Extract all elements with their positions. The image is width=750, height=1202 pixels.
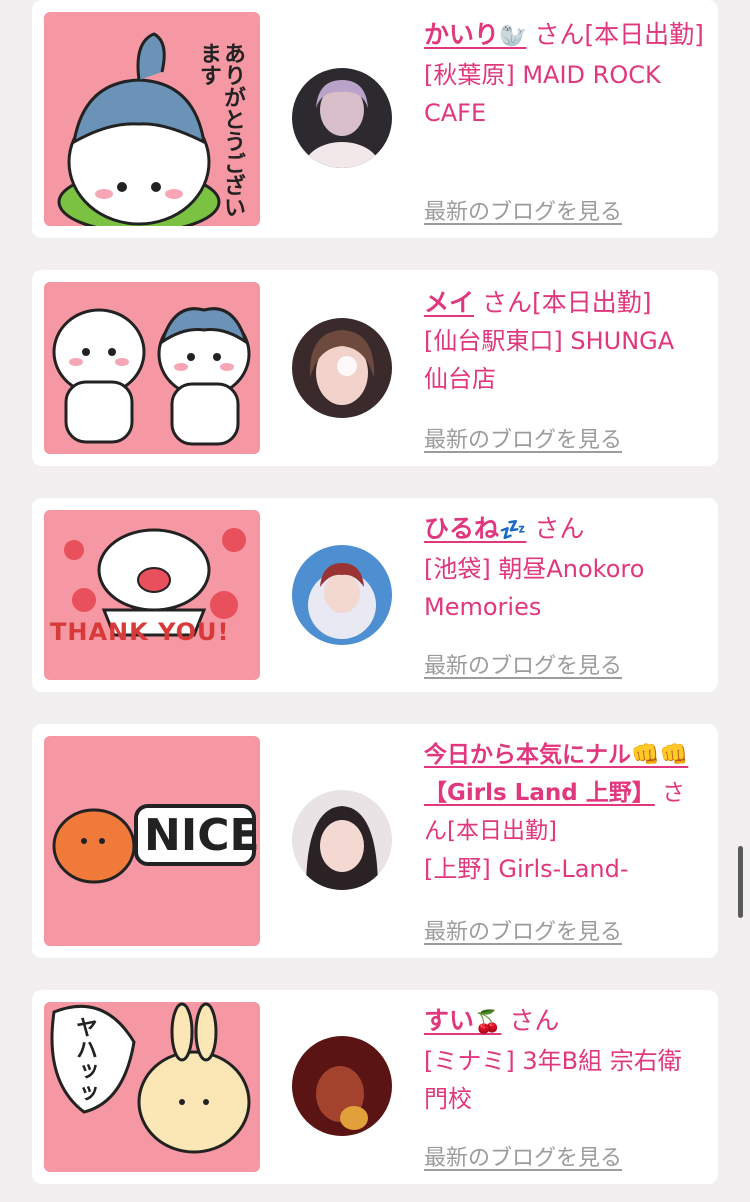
latest-blog-link[interactable]: 最新のブログを見る: [424, 648, 622, 680]
cast-suffix: さん: [534, 514, 585, 543]
avatar-photo-icon: [292, 68, 392, 168]
cast-avatar[interactable]: [292, 68, 392, 168]
shop-name: [秋葉原] MAID ROCK CAFE: [424, 61, 661, 127]
seal-emoji-icon: 🦭: [499, 24, 527, 49]
sleep-emoji-icon: 💤: [499, 518, 527, 543]
cast-card[interactable]: ありがとうございます かいり🦭 さん[本日出勤] [秋葉原] MAID ROCK…: [32, 0, 718, 238]
cast-thumbnail[interactable]: ありがとうございます: [44, 12, 260, 226]
latest-blog-link[interactable]: 最新のブログを見る: [424, 194, 622, 226]
shop-name: [ミナミ] 3年B組 宗右衛門校: [424, 1047, 682, 1113]
sticker-text: ヤハッッ: [72, 1016, 97, 1104]
cast-name-link[interactable]: すい🍒: [424, 1006, 501, 1035]
cast-name-link[interactable]: かいり🦭: [424, 20, 526, 49]
shop-name: [上野] Girls-Land-: [424, 855, 629, 883]
cast-name-link[interactable]: ひるね💤: [424, 514, 526, 543]
cast-thumbnail[interactable]: ヤハッッ: [44, 1002, 260, 1172]
cast-thumbnail[interactable]: [44, 282, 260, 454]
cast-avatar[interactable]: [292, 1036, 392, 1136]
cast-card[interactable]: メイ さん[本日出勤] [仙台駅東口] SHUNGA 仙台店 最新のブログを見る: [32, 270, 718, 466]
cast-info: すい🍒 さん [ミナミ] 3年B組 宗右衛門校: [424, 1002, 704, 1118]
latest-blog-link[interactable]: 最新のブログを見る: [424, 422, 622, 454]
shop-name: [仙台駅東口] SHUNGA 仙台店: [424, 327, 675, 393]
cast-card[interactable]: NICE 今日から本気にナル👊👊【Girls Land 上野】 さん[本日出勤]…: [32, 724, 718, 958]
cast-thumbnail[interactable]: NICE: [44, 736, 260, 946]
cast-info: 今日から本気にナル👊👊【Girls Land 上野】 さん[本日出勤] [上野]…: [424, 736, 704, 888]
cast-avatar[interactable]: [292, 318, 392, 418]
sticker-text: NICE: [144, 810, 260, 861]
scrollbar[interactable]: [738, 846, 743, 918]
cast-info: メイ さん[本日出勤] [仙台駅東口] SHUNGA 仙台店: [424, 284, 704, 398]
avatar-photo-icon: [292, 790, 392, 890]
cast-avatar[interactable]: [292, 790, 392, 890]
avatar-photo-icon: [292, 545, 392, 645]
cast-suffix: さん[本日出勤]: [534, 20, 704, 49]
cast-name-link[interactable]: メイ: [424, 288, 474, 317]
cast-card[interactable]: THANK YOU! ひるね💤 さん [池袋] 朝昼Anokoro Memori…: [32, 498, 718, 692]
avatar-photo-icon: [292, 318, 392, 418]
cast-info: ひるね💤 さん [池袋] 朝昼Anokoro Memories: [424, 510, 704, 626]
avatar-photo-icon: [292, 1036, 392, 1136]
chiikawa-thank-you-sticker-icon: [64, 528, 246, 637]
chiikawa-pair-sticker-icon: [52, 307, 251, 446]
cast-card[interactable]: ヤハッッ すい🍒 さん [ミナミ] 3年B組 宗右衛門校 最新のブログを見る: [32, 990, 718, 1184]
cast-name-link[interactable]: 今日から本気にナル👊👊【Girls Land 上野】: [424, 742, 688, 806]
latest-blog-link[interactable]: 最新のブログを見る: [424, 914, 622, 946]
cast-info: かいり🦭 さん[本日出勤] [秋葉原] MAID ROCK CAFE: [424, 16, 704, 132]
shop-name: [池袋] 朝昼Anokoro Memories: [424, 555, 645, 621]
cast-thumbnail[interactable]: THANK YOU!: [44, 510, 260, 680]
cast-suffix: さん: [509, 1006, 560, 1035]
latest-blog-link[interactable]: 最新のブログを見る: [424, 1140, 622, 1172]
sticker-text: THANK YOU!: [50, 618, 230, 646]
cast-avatar[interactable]: [292, 545, 392, 645]
cherry-emoji-icon: 🍒: [474, 1010, 502, 1035]
sticker-text: ありがとうございます: [196, 42, 245, 218]
cast-suffix: さん[本日出勤]: [481, 288, 652, 317]
